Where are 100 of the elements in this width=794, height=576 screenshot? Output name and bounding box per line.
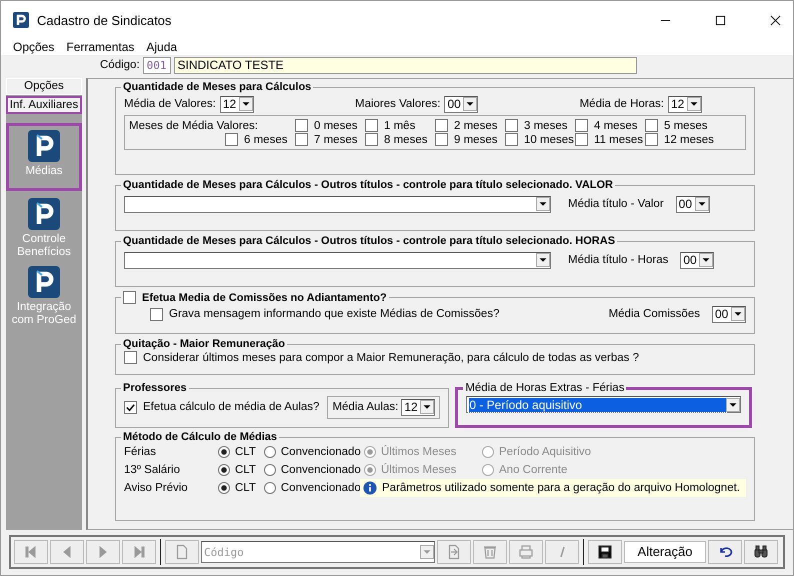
checkbox-label: 4 meses <box>594 120 638 132</box>
checkbox[interactable] <box>575 133 588 146</box>
window-title: Cadastro de Sindicatos <box>37 12 172 28</box>
field-label: Média Aulas: <box>332 401 398 413</box>
checkbox[interactable] <box>645 133 658 146</box>
caret-icon <box>686 97 701 111</box>
checkbox-label: 8 meses <box>384 134 428 146</box>
checkbox[interactable] <box>365 133 378 146</box>
dropdown[interactable]: 00 <box>680 252 714 268</box>
menu-item[interactable]: Ferramentas <box>66 40 134 54</box>
document-icon <box>446 544 462 560</box>
checkbox[interactable] <box>295 133 308 146</box>
checkbox[interactable] <box>575 119 588 132</box>
binoculars-icon <box>753 544 769 560</box>
document-icon <box>174 544 190 560</box>
dropdown[interactable] <box>124 252 551 268</box>
code-field[interactable]: 001 <box>142 56 171 74</box>
toolbar-button[interactable] <box>744 540 778 564</box>
menu-item[interactable]: Opções <box>13 40 54 54</box>
bin-icon <box>482 544 498 560</box>
dropdown[interactable]: 12 <box>668 96 702 112</box>
caret-icon <box>238 97 253 111</box>
checkbox-label: Efetua cálculo de média de Aulas? <box>143 401 320 413</box>
caret-icon <box>730 307 745 321</box>
checkbox[interactable] <box>150 308 163 320</box>
checkbox-label: 0 meses <box>314 120 358 132</box>
dropdown[interactable]: 12 <box>401 398 436 416</box>
radio-button[interactable] <box>482 464 494 476</box>
menu-item[interactable]: Ajuda <box>146 40 178 54</box>
radio-label: Convencionado <box>280 464 361 476</box>
checkbox[interactable] <box>505 133 518 146</box>
dropdown[interactable]: 00 <box>676 196 710 212</box>
dropdown[interactable]: 00 <box>444 96 478 112</box>
info-icon <box>363 481 377 495</box>
sidebar-tab[interactable]: Inf. Auxiliares <box>6 96 82 114</box>
maximize-icon[interactable] <box>715 14 726 26</box>
dropdown[interactable]: 00 <box>712 306 746 322</box>
checkbox[interactable] <box>365 119 378 132</box>
checkbox[interactable] <box>645 119 658 132</box>
app-logo-icon <box>28 266 60 298</box>
save-icon <box>597 544 613 560</box>
dropdown[interactable]: 12 <box>220 96 254 112</box>
radio-button[interactable] <box>218 446 230 458</box>
group-title: Média de Horas Extras - Férias <box>464 382 626 394</box>
checkbox[interactable] <box>124 400 137 414</box>
caret-icon <box>420 545 434 559</box>
caret-icon <box>420 400 434 414</box>
row-label: 13º Salário <box>124 464 181 476</box>
checkbox-label: 7 meses <box>314 134 358 146</box>
field-label: Média de Horas: <box>580 98 664 110</box>
checkbox[interactable] <box>124 351 137 364</box>
group-title: Quantidade de Meses para Cálculos <box>122 81 312 93</box>
radio-label: CLT <box>235 446 256 458</box>
field-label: Média título - Horas <box>568 254 668 266</box>
caret-icon <box>463 97 478 111</box>
caret-icon <box>536 253 550 267</box>
sidebar-tab[interactable]: Opções <box>6 78 82 95</box>
checkbox[interactable] <box>123 291 136 304</box>
checkbox[interactable] <box>225 133 238 146</box>
app-logo-icon <box>13 12 29 28</box>
radio-button[interactable] <box>264 464 276 476</box>
toolbar-button[interactable] <box>708 540 742 564</box>
checkbox-label: 2 meses <box>454 120 498 132</box>
note-text: Parâmetros utilizado somente para a geração do arquivo Homolognet. <box>382 482 740 494</box>
dropdown[interactable]: 0 - Período aquisitivo <box>466 396 741 413</box>
caret-icon <box>694 197 709 211</box>
printer-icon <box>518 544 534 560</box>
row-label: Aviso Prévio <box>124 482 189 494</box>
radio-label: Convencionado <box>280 482 361 494</box>
field-label: Média de Valores: <box>124 98 216 110</box>
close-icon[interactable] <box>770 14 781 26</box>
radio-label: Últimos Meses <box>381 446 456 458</box>
radio-button[interactable] <box>264 482 276 494</box>
checkbox-label: 6 meses <box>244 134 288 146</box>
radio-button[interactable] <box>482 446 494 458</box>
checkbox[interactable] <box>435 119 448 132</box>
dropdown[interactable] <box>124 196 551 212</box>
group-title: Efetua Media de Comissões no Adiantamento? <box>142 292 387 304</box>
checkbox[interactable] <box>295 119 308 132</box>
row-label: Férias <box>124 446 157 458</box>
checkbox[interactable] <box>505 119 518 132</box>
group-title: Método de Cálculo de Médias <box>122 431 278 443</box>
checkbox[interactable] <box>435 133 448 146</box>
field-label: Código: <box>100 59 140 71</box>
group-title: Quantidade de Meses para Cálculos - Outros títulos - controle para título selecionado. HORAS <box>122 235 616 247</box>
checkbox-label: 10 meses <box>524 134 574 146</box>
checkbox-label: 9 meses <box>454 134 498 146</box>
radio-label: Convencionado <box>280 446 361 458</box>
radio-button[interactable] <box>264 446 276 458</box>
toolbar-button[interactable] <box>588 540 622 564</box>
radio-button[interactable] <box>218 482 230 494</box>
name-field[interactable]: SINDICATO TESTE <box>174 56 637 74</box>
caret-icon <box>699 253 714 267</box>
app-logo-icon <box>28 198 60 230</box>
checkbox-label: 1 mês <box>384 120 416 132</box>
app-logo-icon <box>28 130 60 162</box>
radio-label: CLT <box>235 464 256 476</box>
radio-button[interactable] <box>218 464 230 476</box>
mode-field: Alteração <box>624 541 706 563</box>
radio-label: CLT <box>235 482 256 494</box>
